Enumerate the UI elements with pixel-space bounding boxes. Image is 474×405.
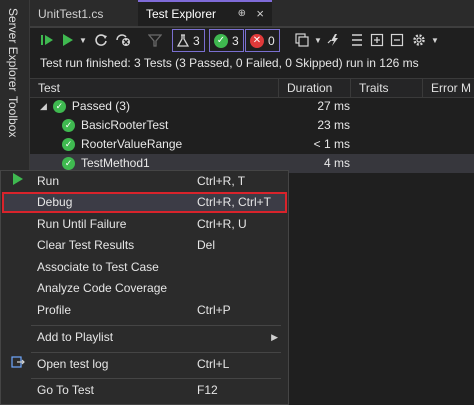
run-dropdown-icon[interactable]: ▼ [78, 30, 88, 50]
submenu-arrow-icon: ▶ [271, 332, 278, 342]
toolbox-tab[interactable]: Toolbox [6, 96, 20, 137]
menu-shortcut: Del [197, 238, 216, 252]
menu-shortcut: Ctrl+L [197, 357, 230, 371]
group-label: Passed (3) [71, 99, 130, 113]
column-error-message[interactable]: Error M [422, 79, 474, 97]
passed-tests-filter[interactable]: ✓ 3 [209, 29, 244, 52]
menu-label: Run [37, 174, 60, 188]
play-icon [10, 171, 26, 192]
document-tab-bar: UnitTest1.cs Test Explorer ⊕ × [30, 0, 474, 28]
menu-label: Go To Test [37, 383, 94, 397]
settings-dropdown-icon[interactable]: ▼ [430, 30, 440, 50]
menu-shortcut: F12 [197, 383, 218, 397]
gear-icon[interactable] [410, 30, 428, 50]
tab-label: Test Explorer [146, 7, 217, 21]
column-test[interactable]: Test [30, 79, 278, 97]
menu-label: Profile [37, 303, 72, 317]
total-tests-filter[interactable]: 3 [172, 29, 205, 52]
menu-item-add-to-playlist[interactable]: Add to Playlist ▶ [1, 327, 288, 348]
menu-label: Analyze Code Coverage [37, 281, 168, 295]
menu-separator [31, 325, 281, 326]
menu-label: Add to Playlist [37, 330, 114, 344]
expand-all-icon[interactable] [368, 30, 386, 50]
menu-shortcut: Ctrl+R, Ctrl+T [197, 195, 272, 209]
menu-item-run[interactable]: Run Ctrl+R, T [1, 171, 288, 192]
duration-value: 27 ms [317, 99, 350, 113]
group-by-icon[interactable] [348, 30, 366, 50]
menu-item-debug[interactable]: Debug Ctrl+R, Ctrl+T [2, 192, 287, 213]
check-icon: ✓ [62, 138, 75, 151]
repeat-run-icon[interactable] [92, 30, 110, 50]
filter-icon[interactable] [146, 30, 164, 50]
flask-icon [177, 33, 189, 48]
menu-item-go-to-test[interactable]: Go To Test F12 [1, 380, 288, 401]
total-count: 3 [193, 33, 200, 48]
check-icon: ✓ [62, 157, 75, 170]
duration-value: 4 ms [323, 156, 350, 170]
menu-item-clear-test-results[interactable]: Clear Test Results Del [1, 235, 288, 256]
test-name: BasicRooterTest [81, 118, 169, 132]
pin-icon[interactable]: ⊕ [238, 2, 246, 26]
run-all-icon[interactable] [38, 30, 56, 50]
column-traits[interactable]: Traits [350, 79, 422, 97]
menu-item-associate-test-case[interactable]: Associate to Test Case [1, 257, 288, 278]
table-row[interactable]: ◢ ✓ Passed (3) 27 ms [30, 97, 474, 116]
playlist-dropdown-icon[interactable]: ▼ [313, 30, 323, 50]
menu-label: Run Until Failure [37, 217, 127, 231]
menu-separator [31, 352, 281, 353]
table-row[interactable]: ✓ RooterValueRange < 1 ms [30, 135, 474, 154]
duration-value: 23 ms [317, 118, 350, 132]
collapse-all-icon[interactable] [388, 30, 406, 50]
column-duration[interactable]: Duration [278, 79, 350, 97]
menu-item-open-test-log[interactable]: Open test log Ctrl+L [1, 354, 288, 375]
playlist-icon[interactable] [292, 30, 312, 50]
menu-label: Associate to Test Case [37, 260, 159, 274]
passed-count: 3 [232, 33, 239, 48]
check-icon: ✓ [62, 119, 75, 132]
cancel-run-icon[interactable] [114, 30, 132, 50]
run-icon[interactable] [60, 30, 76, 50]
log-icon [10, 354, 26, 375]
menu-shortcut: Ctrl+R, T [197, 174, 246, 188]
test-grid-header: Test Duration Traits Error M [30, 78, 474, 98]
check-icon: ✓ [52, 100, 66, 113]
check-icon: ✓ [214, 33, 228, 48]
test-run-status: Test run finished: 3 Tests (3 Passed, 0 … [40, 56, 419, 70]
server-explorer-tab[interactable]: Server Explorer [6, 8, 20, 91]
caret-down-icon[interactable]: ◢ [40, 97, 47, 116]
duration-value: < 1 ms [313, 137, 350, 151]
test-toolbar: ▼ 3 ✓ 3 ✕ 0 ▼ ▼ [30, 28, 474, 52]
menu-item-run-until-failure[interactable]: Run Until Failure Ctrl+R, U [1, 214, 288, 235]
run-after-build-icon[interactable] [326, 30, 344, 50]
menu-shortcut: Ctrl+R, U [197, 217, 247, 231]
error-icon: ✕ [250, 33, 264, 48]
test-name: RooterValueRange [81, 137, 183, 151]
menu-item-analyze-code-coverage[interactable]: Analyze Code Coverage [1, 278, 288, 299]
menu-label: Clear Test Results [37, 238, 135, 252]
failed-count: 0 [268, 33, 275, 48]
menu-shortcut: Ctrl+P [197, 303, 231, 317]
menu-label: Open test log [37, 357, 109, 371]
tab-label: UnitTest1.cs [38, 7, 104, 21]
close-icon[interactable]: × [256, 2, 264, 26]
menu-item-profile[interactable]: Profile Ctrl+P [1, 300, 288, 321]
table-row[interactable]: ✓ BasicRooterTest 23 ms [30, 116, 474, 135]
tab-unittest1[interactable]: UnitTest1.cs [30, 0, 134, 26]
failed-tests-filter[interactable]: ✕ 0 [245, 29, 280, 52]
menu-separator [31, 378, 281, 379]
menu-label: Debug [37, 195, 73, 209]
context-menu: Run Ctrl+R, T Debug Ctrl+R, Ctrl+T Run U… [0, 170, 289, 405]
tab-test-explorer[interactable]: Test Explorer ⊕ × [138, 0, 272, 26]
